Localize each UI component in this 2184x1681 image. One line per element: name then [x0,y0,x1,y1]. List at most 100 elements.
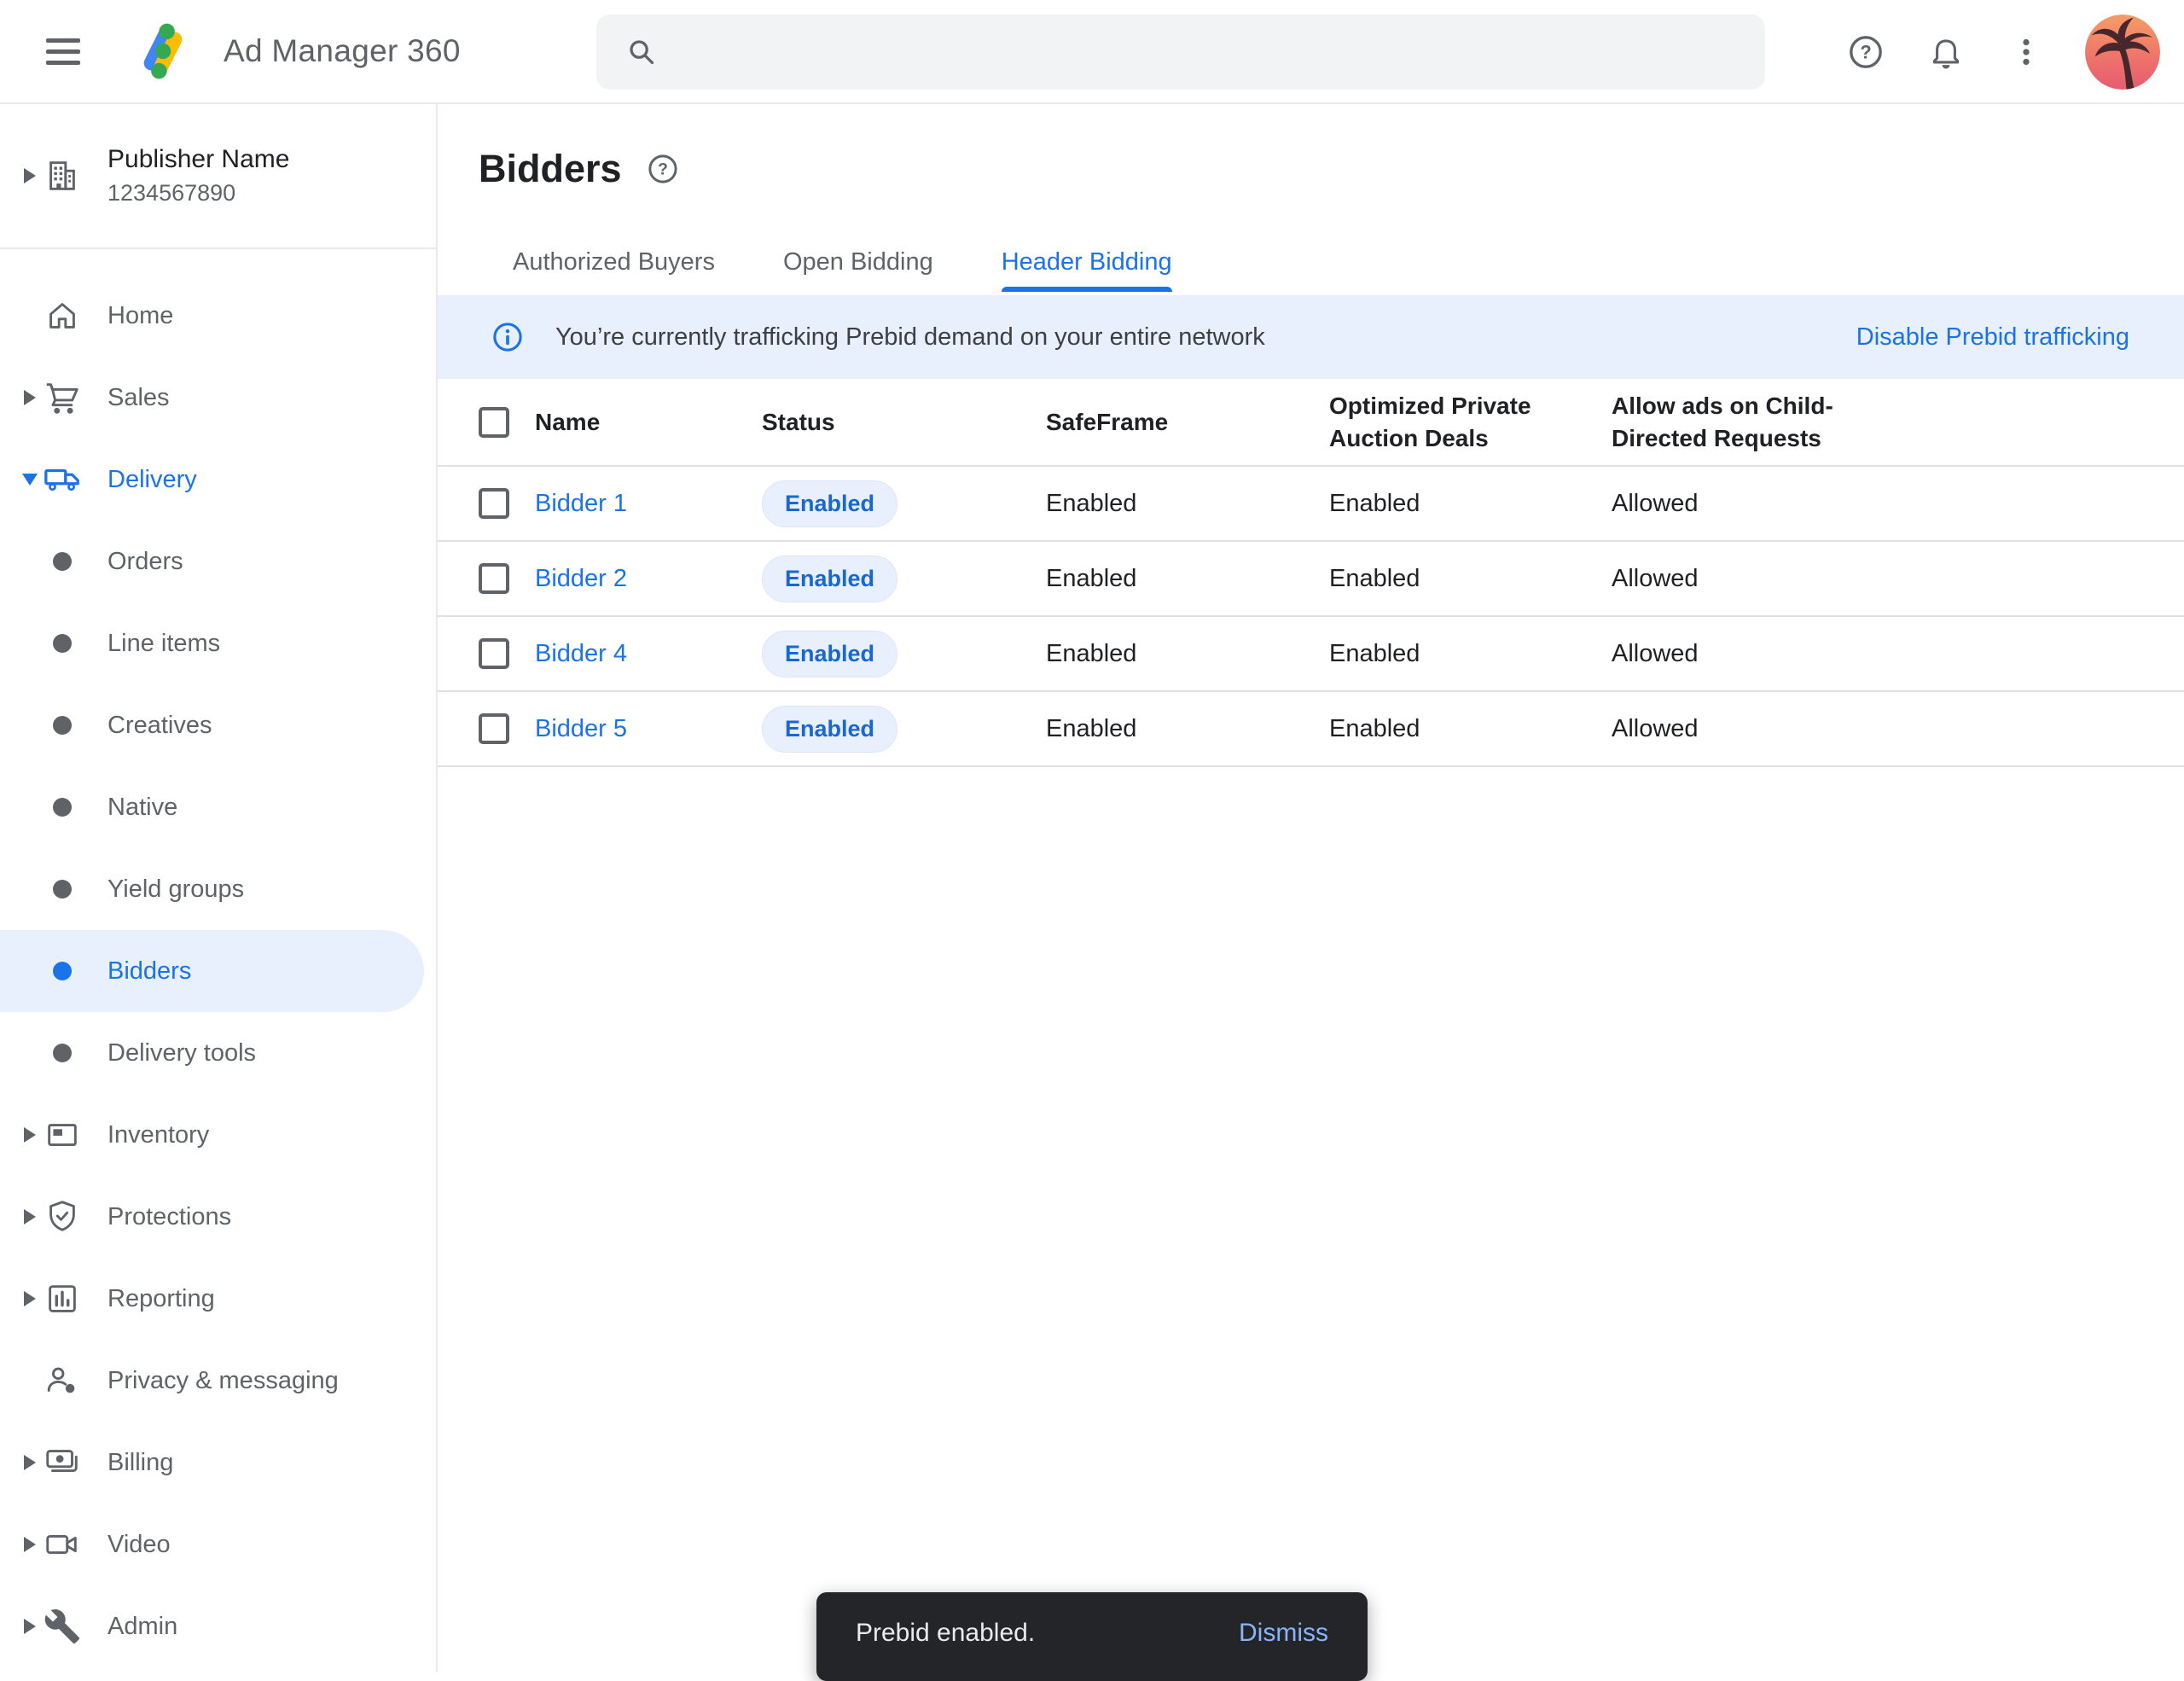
avatar[interactable] [2085,15,2160,90]
column-header-name: Name [535,406,762,439]
ad-unit-icon [43,1115,82,1155]
row-checkbox[interactable] [479,638,509,669]
search-input[interactable] [680,38,1740,67]
sidebar-item-label: Creatives [107,712,212,740]
bullet-icon [43,962,82,980]
bidder-link[interactable]: Bidder 1 [535,490,627,517]
sidebar-item-label: Line items [107,630,220,658]
opad-value: Enabled [1329,640,1612,668]
row-checkbox[interactable] [479,713,509,744]
disable-prebid-trafficking-link[interactable]: Disable Prebid trafficking [1856,323,2129,352]
bullet-icon [43,1044,82,1062]
sidebar-item-bidders[interactable]: Bidders [0,930,424,1012]
help-button[interactable]: ? [1844,31,1887,73]
sidebar-item-billing[interactable]: Billing [0,1422,436,1504]
sidebar-item-label: Video [107,1531,171,1559]
expand-arrow-icon [17,1127,43,1143]
sidebar-item-admin[interactable]: Admin [0,1585,436,1667]
sidebar-item-delivery-tools[interactable]: Delivery tools [0,1012,436,1094]
bell-icon [1925,31,1967,73]
safeframe-value: Enabled [1046,640,1329,668]
sidebar-item-creatives[interactable]: Creatives [0,684,436,766]
opad-value: Enabled [1329,715,1612,743]
row-checkbox[interactable] [479,488,509,519]
sidebar-item-video[interactable]: Video [0,1504,436,1585]
tab-authorized-buyers[interactable]: Authorized Buyers [479,224,749,292]
sidebar-item-orders[interactable]: Orders [0,521,436,602]
top-app-bar: Ad Manager 360 ? [0,0,2184,104]
svg-text:?: ? [658,160,668,178]
bullet-icon [43,634,82,653]
sidebar-item-label: Admin [107,1613,177,1641]
snackbar-toast: Prebid enabled. Dismiss [816,1592,1368,1681]
banner-message: You’re currently trafficking Prebid dema… [555,323,1265,352]
more-options-button[interactable] [2005,31,2048,73]
network-code: 1234567890 [107,180,289,206]
sidebar-item-home[interactable]: Home [0,275,436,357]
bullet-icon [43,798,82,817]
info-icon [489,318,526,356]
bidder-link[interactable]: Bidder 4 [535,640,627,667]
sidebar-item-label: Delivery [107,466,197,494]
sidebar-item-delivery[interactable]: Delivery [0,439,436,521]
column-header-optimized-private-auction-deals: Optimized Private Auction Deals [1329,390,1612,455]
status-badge: Enabled [762,706,897,753]
safeframe-value: Enabled [1046,490,1329,518]
sidebar-item-label: Privacy & messaging [107,1367,339,1395]
column-header-status: Status [762,406,1046,439]
row-checkbox[interactable] [479,563,509,594]
tab-header-bidding[interactable]: Header Bidding [967,224,1206,292]
bullet-icon [43,880,82,899]
expand-arrow-icon [17,1619,43,1634]
sidebar-item-label: Inventory [107,1121,209,1149]
ad-manager-logo-icon[interactable] [131,20,195,83]
app-title: Ad Manager 360 [224,33,461,69]
account-switcher[interactable]: Publisher Name 1234567890 [0,104,436,249]
sidebar-item-privacy-messaging[interactable]: Privacy & messaging [0,1340,436,1422]
global-search-bar[interactable] [596,15,1765,90]
table-header-row: Name Status SafeFrame Optimized Private … [438,379,2184,467]
sidebar-item-protections[interactable]: Protections [0,1176,436,1258]
dismiss-button[interactable]: Dismiss [1239,1619,1328,1648]
table-row: Bidder 4 Enabled Enabled Enabled Allowed [438,617,2184,692]
search-icon [622,32,661,72]
bar-chart-icon [43,1279,82,1318]
wrench-icon [43,1608,82,1645]
sidebar-item-label: Delivery tools [107,1039,256,1067]
sidebar-item-label: Native [107,794,177,822]
sidebar-item-label: Sales [107,384,170,412]
select-all-checkbox[interactable] [479,407,509,438]
sidebar-item-inventory[interactable]: Inventory [0,1094,436,1176]
opad-value: Enabled [1329,565,1612,593]
video-camera-icon [43,1525,82,1564]
sidebar-nav: Publisher Name 1234567890 Home [0,104,438,1672]
table-row: Bidder 1 Enabled Enabled Enabled Allowed [438,467,2184,542]
sidebar-item-yield-groups[interactable]: Yield groups [0,848,436,930]
status-badge: Enabled [762,631,897,678]
sidebar-item-reporting[interactable]: Reporting [0,1258,436,1340]
sidebar-item-native[interactable]: Native [0,766,436,848]
expand-arrow-icon [17,1455,43,1470]
sidebar-item-line-items[interactable]: Line items [0,602,436,684]
page-help-icon[interactable]: ? [644,150,682,188]
tab-open-bidding[interactable]: Open Bidding [749,224,967,292]
sidebar-item-label: Billing [107,1449,173,1477]
table-row: Bidder 5 Enabled Enabled Enabled Allowed [438,692,2184,767]
shield-check-icon [43,1197,82,1236]
expand-arrow-icon [17,390,43,405]
page-title: Bidders [479,147,622,191]
column-header-safeframe: SafeFrame [1046,406,1329,439]
hamburger-menu-icon[interactable] [46,38,84,65]
prebid-info-banner: You’re currently trafficking Prebid dema… [438,295,2184,379]
expand-arrow-icon [17,168,43,183]
notifications-button[interactable] [1925,31,1967,73]
sidebar-item-label: Orders [107,548,183,576]
safeframe-value: Enabled [1046,565,1329,593]
sidebar-item-label: Home [107,302,173,330]
person-badge-icon [43,1361,82,1400]
bidder-link[interactable]: Bidder 5 [535,715,627,742]
child-directed-value: Allowed [1612,715,2184,743]
sidebar-item-sales[interactable]: Sales [0,357,436,439]
bidder-link[interactable]: Bidder 2 [535,565,627,592]
sidebar-item-label: Yield groups [107,875,244,904]
